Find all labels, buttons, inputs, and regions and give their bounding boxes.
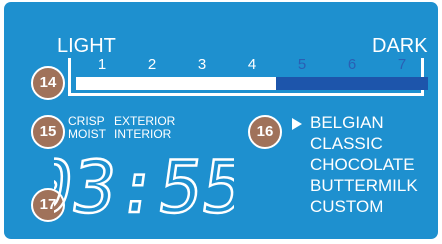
shade-segment-5	[276, 77, 328, 90]
callout-16: 16	[248, 115, 282, 149]
time-display: 03:55	[54, 145, 234, 222]
shade-level-5-label: 5	[297, 56, 307, 73]
shade-level-1-label: 1	[97, 56, 107, 73]
shade-level-4-label: 4	[247, 56, 257, 73]
dark-label: DARK	[372, 35, 428, 57]
shade-segment-1	[76, 77, 128, 90]
interior-label: INTERIOR	[114, 127, 172, 141]
control-panel-display: LIGHT DARK 1 2 3 4 5 6 7 14 15 16 17 CRI…	[4, 2, 438, 239]
selected-menu-arrow-icon	[292, 118, 302, 130]
shade-level-7-label: 7	[397, 56, 407, 73]
shade-level-2-label: 2	[147, 56, 157, 73]
shade-segment-4	[226, 77, 278, 90]
menu-item-chocolate: CHOCOLATE	[310, 155, 415, 174]
callout-14: 14	[31, 66, 65, 100]
shade-segment-7	[376, 77, 428, 90]
shade-segment-3	[176, 77, 228, 90]
light-label: LIGHT	[57, 35, 116, 57]
shade-level-6-label: 6	[347, 56, 357, 73]
menu-item-buttermilk: BUTTERMILK	[310, 176, 418, 195]
menu-item-classic: CLASSIC	[310, 134, 383, 153]
shade-segment-6	[326, 77, 378, 90]
menu-item-custom: CUSTOM	[310, 197, 384, 216]
exterior-label: EXTERIOR	[114, 114, 176, 128]
menu-item-belgian: BELGIAN	[310, 113, 384, 132]
time-readout: 03:55	[54, 146, 234, 222]
moist-label: MOIST	[68, 127, 106, 141]
crisp-label: CRISP	[68, 114, 105, 128]
shade-level-3-label: 3	[197, 56, 207, 73]
shade-segment-2	[126, 77, 178, 90]
